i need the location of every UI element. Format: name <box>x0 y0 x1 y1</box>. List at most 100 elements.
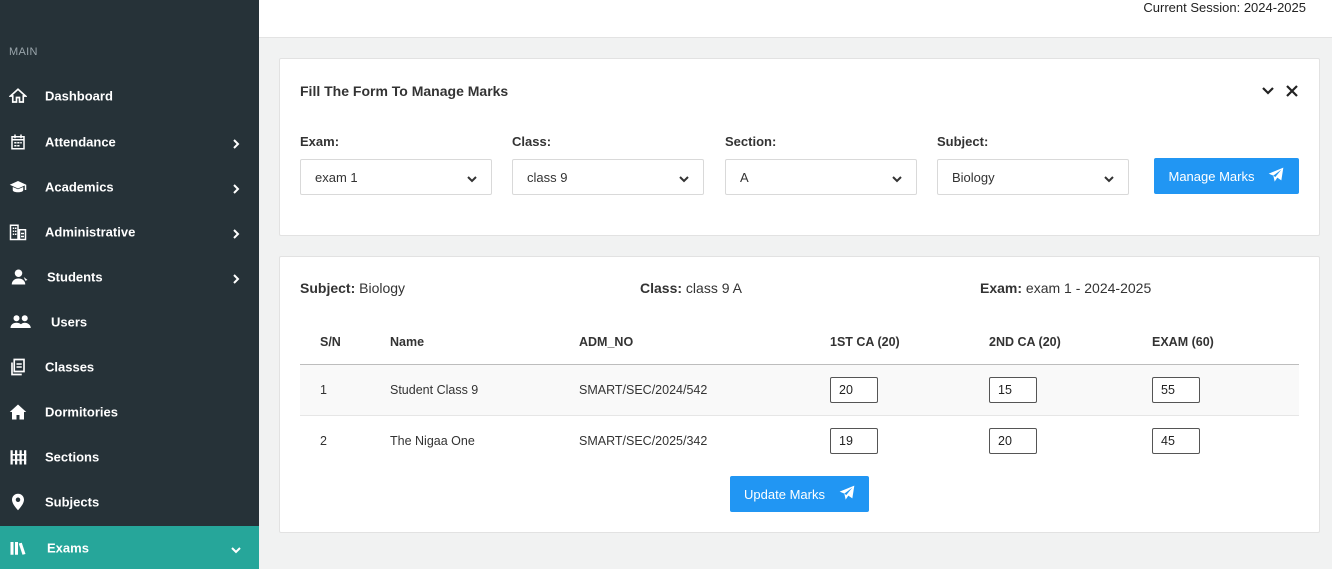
send-icon <box>1268 167 1284 186</box>
sidebar-item-administrative[interactable]: Administrative <box>0 210 259 254</box>
chevron-right-icon <box>231 227 241 239</box>
sidebar-heading: MAIN <box>9 46 38 58</box>
top-header: ​ Current Session: 2024-2025 <box>259 0 1332 38</box>
current-session-text: Current Session: 2024-2025 <box>1143 0 1306 15</box>
first-ca-input[interactable] <box>830 376 878 403</box>
column-header-1st-ca: 1ST CA (20) <box>830 320 989 365</box>
update-marks-button[interactable]: Update Marks <box>730 476 869 512</box>
chevron-down-icon <box>679 172 689 183</box>
collapse-chevron-icon[interactable] <box>1261 84 1275 98</box>
column-header-adm-no: ADM_NO <box>579 320 830 365</box>
table-row: 1 Student Class 9 SMART/SEC/2024/542 <box>300 364 1299 416</box>
summary-class-value: class 9 A <box>682 280 742 296</box>
close-icon[interactable] <box>1285 84 1299 98</box>
sidebar-item-label: Attendance <box>45 134 116 150</box>
sidebar-item-label: Dashboard <box>45 88 113 104</box>
table-row: 2 The Nigaa One SMART/SEC/2025/342 <box>300 415 1299 466</box>
chevron-right-icon <box>231 182 241 194</box>
section-select-value: A <box>740 169 749 185</box>
cell-2nd-ca <box>989 364 1152 416</box>
manage-marks-button-label: Manage Marks <box>1168 168 1255 184</box>
sidebar-item-label: Sections <box>45 449 100 465</box>
column-header-name: Name <box>390 320 579 365</box>
house-icon <box>8 403 28 421</box>
summary-class: Class: class 9 A <box>640 280 742 296</box>
books-icon <box>8 539 28 557</box>
home-icon <box>8 87 28 105</box>
exam-score-input[interactable] <box>1152 427 1200 454</box>
summary-exam-value: exam 1 - 2024-2025 <box>1022 280 1152 296</box>
cell-1st-ca <box>830 415 989 466</box>
sidebar-item-label: Exams <box>47 540 89 555</box>
section-select[interactable]: A <box>725 159 917 195</box>
sidebar-item-dashboard[interactable]: Dashboard <box>0 74 259 118</box>
summary-class-label: Class: <box>640 280 683 296</box>
chevron-right-icon <box>231 137 241 149</box>
cell-name: The Nigaa One <box>390 433 475 448</box>
sidebar-item-exams[interactable]: Exams <box>0 526 259 569</box>
sidebar-item-users[interactable]: Users <box>0 300 259 344</box>
summary-exam: Exam: exam 1 - 2024-2025 <box>980 280 1151 296</box>
card-tools <box>1261 84 1299 98</box>
sidebar-item-sections[interactable]: Sections <box>0 435 259 479</box>
chevron-right-icon <box>231 272 241 284</box>
fence-icon <box>8 448 28 466</box>
second-ca-input[interactable] <box>989 376 1037 403</box>
update-marks-button-label: Update Marks <box>744 486 825 502</box>
user-icon <box>10 268 30 286</box>
chevron-down-icon <box>231 543 241 553</box>
sidebar-item-label: Users <box>51 314 88 330</box>
summary-subject: Subject: Biology <box>300 280 405 296</box>
cell-exam <box>1152 364 1299 416</box>
column-header-2nd-ca: 2ND CA (20) <box>989 320 1152 365</box>
exam-select[interactable]: exam 1 <box>300 159 492 195</box>
sidebar-item-classes[interactable]: Classes <box>0 345 259 389</box>
cell-name: Student Class 9 <box>390 364 579 416</box>
cell-sn: 2 <box>320 433 327 448</box>
section-label: Section: <box>725 134 777 149</box>
first-ca-input[interactable] <box>830 427 878 454</box>
chevron-down-icon <box>1104 172 1114 183</box>
summary-exam-label: Exam: <box>980 280 1023 296</box>
summary-subject-value: Biology <box>355 280 406 296</box>
cell-adm-no: SMART/SEC/2024/542 <box>579 364 830 416</box>
class-select[interactable]: class 9 <box>512 159 704 195</box>
sidebar-item-dormitories[interactable]: Dormitories <box>0 390 259 434</box>
cell-1st-ca <box>830 364 989 416</box>
chevron-down-icon <box>467 172 477 183</box>
manage-marks-form-card: Fill The Form To Manage Marks Exam: exam… <box>279 58 1320 236</box>
calendar-icon <box>8 133 28 151</box>
cell-2nd-ca <box>989 415 1152 466</box>
column-header-exam: EXAM (60) <box>1152 320 1299 365</box>
cell-exam <box>1152 415 1299 466</box>
table-header-row: S/N Name ADM_NO 1ST CA (20) 2ND CA (20) … <box>300 320 1299 365</box>
manage-marks-button[interactable]: Manage Marks <box>1154 158 1299 194</box>
map-pin-icon <box>8 493 28 511</box>
subject-select-value: Biology <box>952 169 995 185</box>
second-ca-input[interactable] <box>989 427 1037 454</box>
clipboard-icon <box>8 358 28 376</box>
sidebar-item-label: Administrative <box>45 224 136 240</box>
cell-sn: 1 <box>300 364 390 416</box>
sidebar-item-subjects[interactable]: Subjects <box>0 480 259 524</box>
class-select-value: class 9 <box>527 169 568 185</box>
sidebar-item-attendance[interactable]: Attendance <box>0 120 259 164</box>
column-header-sn: S/N <box>300 320 390 365</box>
sidebar: MAIN Dashboard Attendance Academics Admi… <box>0 0 259 569</box>
sidebar-item-label: Dormitories <box>45 404 118 420</box>
exam-label: Exam: <box>300 134 340 149</box>
marks-entry-card: Subject: Biology Class: class 9 A Exam: … <box>279 256 1320 533</box>
subject-select[interactable]: Biology <box>937 159 1129 195</box>
building-icon <box>8 223 28 241</box>
form-card-title: Fill The Form To Manage Marks <box>300 83 509 99</box>
subject-label: Subject: <box>937 134 989 149</box>
sidebar-item-label: Classes <box>45 359 95 375</box>
users-icon <box>9 313 33 331</box>
exam-score-input[interactable] <box>1152 376 1200 403</box>
sidebar-item-label: Subjects <box>45 494 100 510</box>
class-label: Class: <box>512 134 552 149</box>
sidebar-item-students[interactable]: Students <box>0 255 259 299</box>
summary-subject-label: Subject: <box>300 280 356 296</box>
sidebar-item-academics[interactable]: Academics <box>0 165 259 209</box>
chevron-down-icon <box>892 172 902 183</box>
